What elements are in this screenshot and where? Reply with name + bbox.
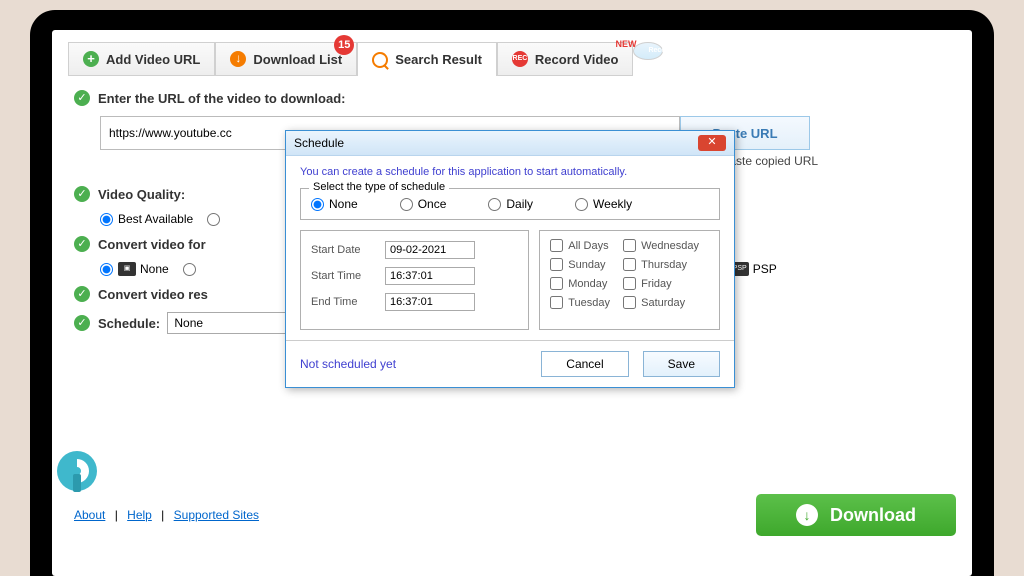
schedule-none-radio[interactable]: None bbox=[311, 197, 358, 211]
dialog-title: Schedule bbox=[294, 136, 344, 150]
download-button[interactable]: ↓Download bbox=[756, 494, 956, 536]
search-icon bbox=[372, 52, 388, 68]
convert-res-label: Convert video res bbox=[98, 287, 208, 302]
file-icon: ▣ bbox=[118, 262, 136, 276]
tab-bar: +Add Video URL ↓Download List15 Search R… bbox=[68, 42, 956, 76]
day-fri-checkbox[interactable]: Friday bbox=[623, 277, 699, 290]
day-thu-checkbox[interactable]: Thursday bbox=[623, 258, 699, 271]
quality-best-radio[interactable]: Best Available bbox=[100, 212, 193, 226]
schedule-label: Schedule: bbox=[98, 316, 160, 331]
day-sat-checkbox[interactable]: Saturday bbox=[623, 296, 699, 309]
end-time-input[interactable] bbox=[385, 293, 475, 311]
download-badge: 15 bbox=[334, 35, 354, 55]
dialog-intro: You can create a schedule for this appli… bbox=[300, 166, 720, 178]
not-scheduled-label: Not scheduled yet bbox=[300, 357, 396, 371]
end-time-label: End Time bbox=[311, 296, 371, 308]
convert-format-label: Convert video for bbox=[98, 237, 206, 252]
tab-add-video[interactable]: +Add Video URL bbox=[68, 42, 215, 76]
format-none-radio[interactable]: ▣None bbox=[100, 262, 169, 276]
start-time-input[interactable] bbox=[385, 267, 475, 285]
tab-record-video[interactable]: RECRecord VideoNEW bbox=[497, 42, 634, 76]
record-icon: REC bbox=[512, 51, 528, 67]
schedule-dialog: Schedule ✕ You can create a schedule for … bbox=[285, 130, 735, 388]
about-link[interactable]: About bbox=[74, 508, 105, 522]
close-button[interactable]: ✕ bbox=[698, 135, 726, 151]
day-all-checkbox[interactable]: All Days bbox=[550, 239, 610, 252]
download-icon: ↓ bbox=[230, 51, 246, 67]
time-fieldset: Start Date Start Time End Time bbox=[300, 230, 529, 330]
brand-logo bbox=[52, 446, 102, 496]
supported-sites-link[interactable]: Supported Sites bbox=[174, 508, 259, 522]
cancel-button[interactable]: Cancel bbox=[541, 351, 628, 377]
day-wed-checkbox[interactable]: Wednesday bbox=[623, 239, 699, 252]
day-mon-checkbox[interactable]: Monday bbox=[550, 277, 610, 290]
plus-icon: + bbox=[83, 51, 99, 67]
schedule-type-legend: Select the type of schedule bbox=[309, 181, 449, 193]
footer-links: About | Help | Supported Sites bbox=[68, 508, 265, 522]
enter-url-label: Enter the URL of the video to download: bbox=[98, 91, 345, 106]
start-date-input[interactable] bbox=[385, 241, 475, 259]
start-date-label: Start Date bbox=[311, 244, 371, 256]
start-time-label: Start Time bbox=[311, 270, 371, 282]
check-icon: ✓ bbox=[74, 286, 90, 302]
check-icon: ✓ bbox=[74, 315, 90, 331]
days-fieldset: All Days Sunday Monday Tuesday Wednesday… bbox=[539, 230, 720, 330]
quality-label: Video Quality: bbox=[98, 187, 185, 202]
save-button[interactable]: Save bbox=[643, 351, 720, 377]
help-link[interactable]: Help bbox=[127, 508, 152, 522]
check-icon: ✓ bbox=[74, 186, 90, 202]
day-sun-checkbox[interactable]: Sunday bbox=[550, 258, 610, 271]
schedule-weekly-radio[interactable]: Weekly bbox=[575, 197, 632, 211]
day-tue-checkbox[interactable]: Tuesday bbox=[550, 296, 610, 309]
tab-search-result[interactable]: Search Result bbox=[357, 42, 497, 76]
tab-recommended[interactable]: Recommended bbox=[633, 42, 663, 60]
download-arrow-icon: ↓ bbox=[796, 504, 818, 526]
check-icon: ✓ bbox=[74, 90, 90, 106]
schedule-once-radio[interactable]: Once bbox=[400, 197, 447, 211]
check-icon: ✓ bbox=[74, 236, 90, 252]
schedule-daily-radio[interactable]: Daily bbox=[488, 197, 533, 211]
tab-download-list[interactable]: ↓Download List15 bbox=[215, 42, 357, 76]
